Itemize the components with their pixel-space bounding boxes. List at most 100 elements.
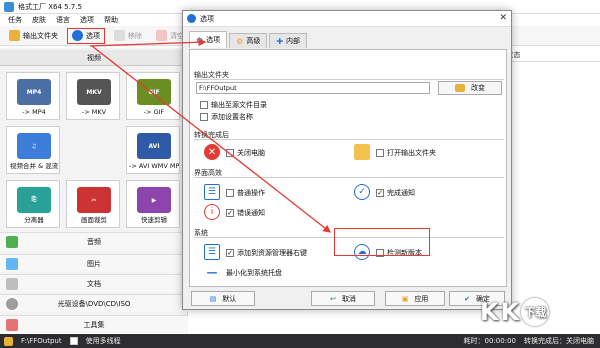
tile-quick-clip[interactable]: ▶ 快速剪辑	[126, 180, 180, 228]
ok-icon: ✔	[464, 294, 470, 303]
list-icon: ☰	[204, 244, 220, 260]
category-disc[interactable]: 光驱设备\DVD\CD\ISO	[0, 294, 188, 312]
watermark-letter-1: K	[480, 298, 499, 326]
dialog-tabs: ⚙ 选项 ⚙ 高级 ✚ 内部	[189, 31, 308, 48]
tile-mkv[interactable]: MKV -> MKV	[66, 72, 120, 120]
splitter-icon: ⎘	[17, 187, 51, 213]
menu-item-help[interactable]: 帮助	[104, 15, 118, 25]
category-tools[interactable]: 工具集	[0, 315, 188, 333]
category-audio-label: 音频	[87, 238, 101, 246]
tab-options[interactable]: ⚙ 选项	[189, 31, 228, 48]
avi-icon: AVI	[137, 133, 171, 159]
category-document[interactable]: 文档	[0, 274, 188, 292]
after-convert-status: 转换完成后：关闭电脑	[524, 337, 594, 345]
tab-internal-label: 内部	[286, 37, 301, 45]
dialog-close-button[interactable]: ✕	[499, 13, 507, 23]
shutdown-checkbox[interactable]: 关闭电脑	[226, 148, 265, 158]
dialog-titlebar: 选项 ✕	[183, 11, 511, 27]
info-icon: i	[204, 204, 220, 220]
minimize-tray-option[interactable]: 最小化到系统托盘	[226, 268, 282, 278]
elapsed-time: 耗时：00:00:00	[463, 337, 516, 345]
tile-splitter[interactable]: ⎘ 分离器	[6, 180, 60, 228]
default-icon: ▤	[209, 294, 217, 303]
shutdown-box[interactable]	[226, 149, 234, 157]
tab-options-label: 选项	[206, 36, 221, 44]
mkv-icon: MKV	[77, 79, 111, 105]
tools-icon	[6, 319, 18, 331]
shutdown-label: 关闭电脑	[237, 149, 265, 157]
tile-merge[interactable]: ♫ 视频合并 & 混流	[6, 126, 60, 174]
finish-notify-box[interactable]: ✓	[376, 189, 384, 197]
options-label: 选项	[86, 31, 100, 40]
error-notify-box[interactable]: ✓	[226, 209, 234, 217]
tab-internal[interactable]: ✚ 内部	[269, 33, 308, 48]
menu-item-language[interactable]: 语言	[56, 15, 70, 25]
folder-icon	[9, 30, 20, 41]
menu-item-skin[interactable]: 皮肤	[32, 15, 46, 25]
folder-small-icon	[4, 336, 13, 346]
check-new-version-highlight	[334, 228, 430, 256]
add-context-menu-checkbox[interactable]: ✓ 添加到资源管理器右键	[226, 248, 307, 258]
category-document-label: 文档	[87, 280, 101, 288]
remove-label: 移除	[128, 31, 142, 40]
multithread-checkbox[interactable]	[69, 337, 78, 345]
check-circle-icon: ✓	[354, 184, 370, 200]
category-video-header[interactable]: 视频	[0, 50, 188, 66]
add-context-menu-box[interactable]: ✓	[226, 249, 234, 257]
normal-op-box[interactable]	[226, 189, 234, 197]
change-folder-button[interactable]: 改变	[438, 81, 502, 95]
tile-crop[interactable]: ✂ 画面裁剪	[66, 180, 120, 228]
open-output-checkbox[interactable]: 打开输出文件夹	[376, 148, 436, 158]
add-setting-name-label: 添加设置名称	[211, 113, 253, 121]
tile-crop-label: 画面裁剪	[81, 216, 107, 224]
status-output-path[interactable]: F:\FFOutput	[21, 337, 62, 345]
output-section-divider	[194, 79, 504, 80]
options-button[interactable]: 选项	[67, 27, 105, 44]
status-bar: F:\FFOutput 使用多线程 耗时：00:00:00 转换完成后：关闭电脑	[0, 334, 600, 348]
quick-clip-icon: ▶	[137, 187, 171, 213]
error-notify-checkbox[interactable]: ✓ 错误通知	[226, 208, 265, 218]
crop-icon: ✂	[77, 187, 111, 213]
remove-icon	[114, 30, 125, 41]
output-folder-label: 输出文件夹	[23, 31, 58, 40]
document-icon	[6, 278, 18, 290]
dialog-options-icon	[187, 14, 196, 23]
multithread-label: 使用多线程	[85, 337, 121, 345]
category-image[interactable]: 图片	[0, 254, 188, 272]
output-folder-button[interactable]: 输出文件夹	[4, 28, 63, 44]
after-section-divider	[194, 139, 504, 140]
menu-item-tasks[interactable]: 任务	[8, 15, 22, 25]
error-notify-label: 错误通知	[237, 209, 265, 217]
kk-download-watermark: K K 下载	[480, 292, 596, 332]
category-tools-label: 工具集	[83, 321, 105, 329]
tile-gif[interactable]: GIF -> GIF	[126, 72, 180, 120]
remove-button[interactable]: 移除	[109, 28, 147, 44]
add-setting-name-checkbox[interactable]: 添加设置名称	[200, 112, 253, 122]
default-label: 默认	[222, 294, 237, 303]
minimize-icon: —	[206, 265, 218, 279]
category-video-label: 视频	[87, 54, 101, 62]
gear-icon: ⚙	[196, 35, 204, 45]
output-to-source-box[interactable]	[200, 101, 208, 109]
cancel-button[interactable]: ↩ 取消	[311, 291, 375, 306]
tab-advanced[interactable]: ⚙ 高级	[229, 33, 268, 48]
category-audio[interactable]: 音频	[0, 232, 188, 250]
clear-list-icon	[156, 30, 167, 41]
normal-op-checkbox[interactable]: 普通操作	[226, 188, 265, 198]
tile-avi[interactable]: AVI -> AVI WMV MPG ...	[126, 126, 180, 174]
merge-icon: ♫	[17, 133, 51, 159]
minimize-tray-label: 最小化到系统托盘	[226, 269, 282, 277]
undo-icon: ↩	[330, 294, 336, 303]
output-to-source-checkbox[interactable]: 输出至源文件目录	[200, 100, 267, 110]
normal-op-label: 普通操作	[237, 189, 265, 197]
add-setting-name-box[interactable]	[200, 113, 208, 121]
tile-mp4[interactable]: MP4 -> MP4	[6, 72, 60, 120]
puzzle-icon: ✚	[276, 36, 284, 46]
default-button[interactable]: ▤ 默认	[191, 291, 255, 306]
finish-notify-checkbox[interactable]: ✓ 完成通知	[376, 188, 415, 198]
output-path-field[interactable]: F:\FFOutput	[196, 82, 430, 94]
menu-item-options[interactable]: 选项	[80, 15, 94, 25]
output-to-source-label: 输出至源文件目录	[211, 101, 267, 109]
open-output-box[interactable]	[376, 149, 384, 157]
apply-button[interactable]: ▣ 应用	[385, 291, 445, 306]
